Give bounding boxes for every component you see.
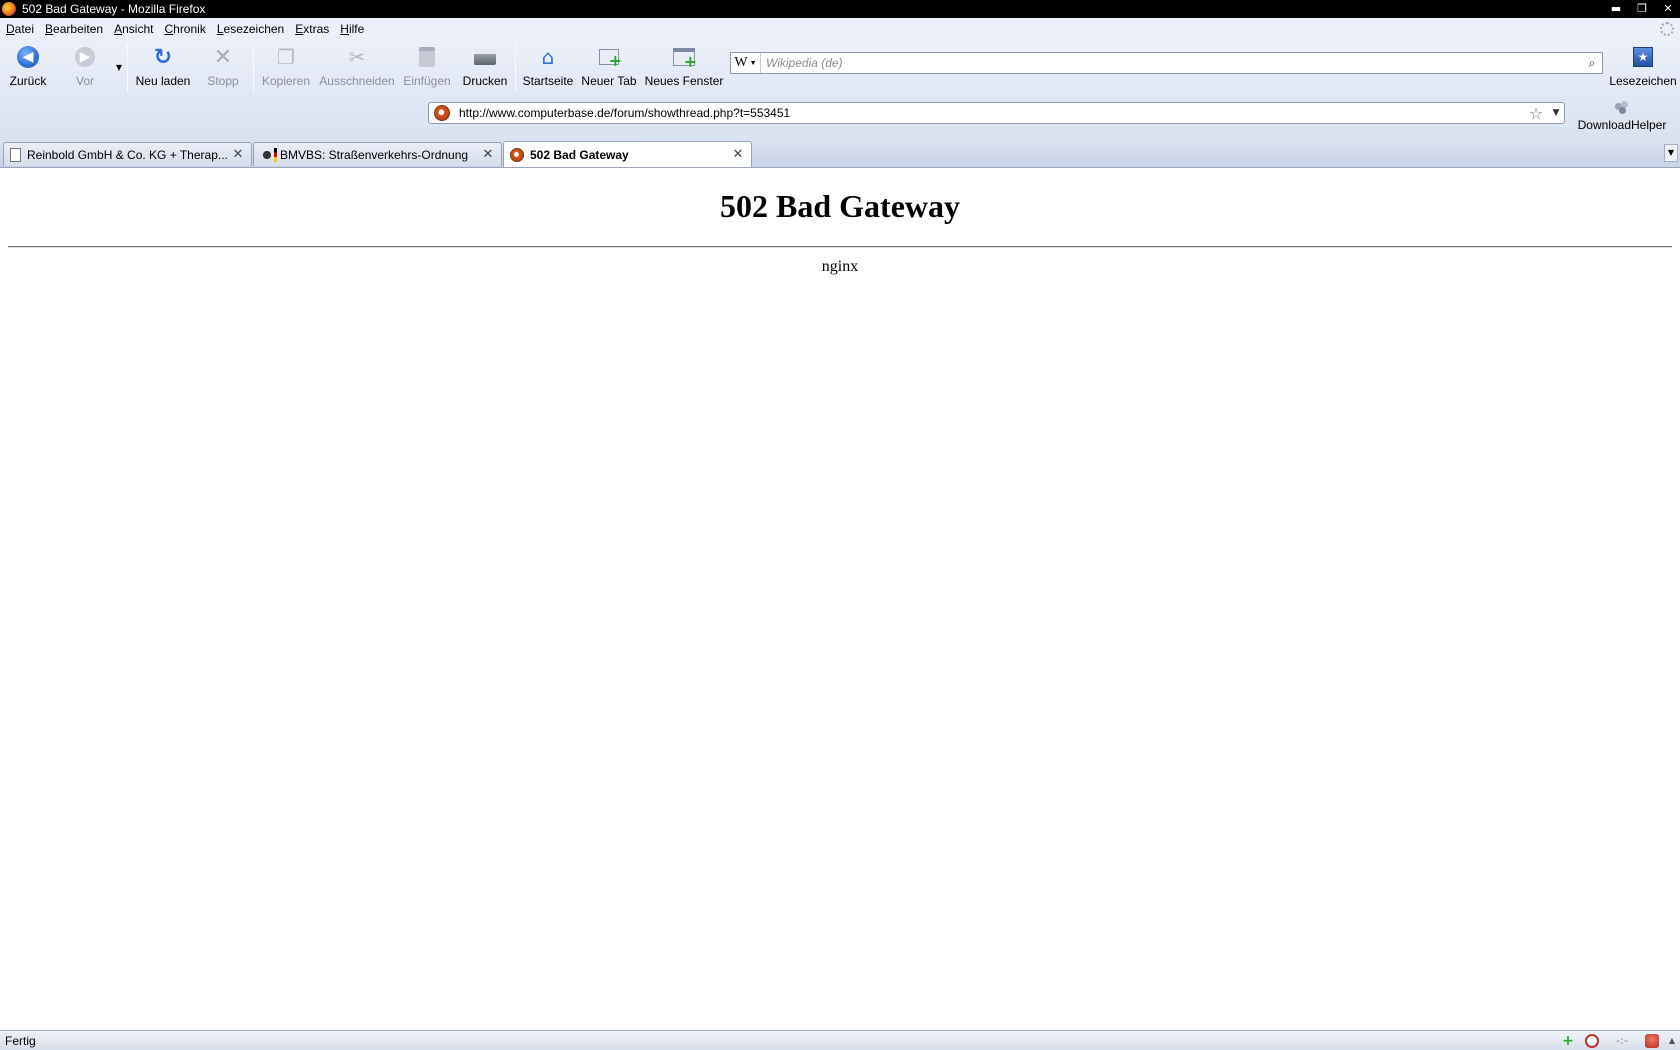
forward-button[interactable]: ▶ Vor <box>70 40 100 98</box>
server-name: nginx <box>821 258 859 275</box>
chevron-down-icon[interactable]: ▼ <box>1548 108 1564 118</box>
reload-icon: ↻ <box>153 44 173 70</box>
bookmarks-star-icon: ★ <box>1630 44 1656 70</box>
tab-502-bad-gateway[interactable]: 502 Bad Gateway ✕ <box>503 141 752 167</box>
new-tab-button[interactable]: + Neuer Tab <box>581 40 637 98</box>
browser-chrome: Datei Bearbeiten Ansicht Chronik Lesezei… <box>0 18 1680 168</box>
menu-extras[interactable]: Extras <box>295 22 329 36</box>
firefox-icon <box>2 2 16 16</box>
scissors-icon: ✂ <box>348 45 366 69</box>
computerbase-icon <box>510 147 524 162</box>
paste-button[interactable]: Einfügen <box>403 40 451 98</box>
page-content: 502 Bad Gateway nginx <box>0 168 1680 1030</box>
close-tab-icon[interactable]: ✕ <box>231 147 245 162</box>
history-dropdown-button[interactable]: ▼ <box>112 40 126 98</box>
menu-chronik[interactable]: Chronik <box>164 22 205 36</box>
stop-button[interactable]: ✕ Stopp <box>206 40 240 98</box>
forward-arrow-icon: ▶ <box>72 44 98 70</box>
new-window-button[interactable]: + Neues Fenster <box>645 40 723 98</box>
toolbar-separator <box>515 44 516 92</box>
search-engine-selector[interactable]: W ▼ <box>731 53 761 73</box>
cut-button[interactable]: ✂ Ausschneiden <box>319 40 395 98</box>
downloadhelper-icon <box>1609 98 1635 116</box>
search-icon[interactable]: ⌕ <box>1582 56 1602 71</box>
search-input[interactable] <box>761 54 1582 72</box>
menu-datei[interactable]: Datei <box>6 22 34 36</box>
back-button[interactable]: ◀ Zurück <box>8 40 48 98</box>
bookmark-star-icon[interactable]: ☆ <box>1524 104 1548 123</box>
stop-icon: ✕ <box>213 44 233 70</box>
window-title: 502 Bad Gateway - Mozilla Firefox <box>22 2 206 16</box>
tab-bmvbs[interactable]: BMVBS: Straßenverkehrs-Ordnung ✕ <box>253 142 502 166</box>
toolbar-separator <box>127 44 128 92</box>
close-tab-icon[interactable]: ✕ <box>731 147 745 162</box>
menu-hilfe[interactable]: Hilfe <box>340 22 364 36</box>
menu-bearbeiten[interactable]: Bearbeiten <box>45 22 103 36</box>
toolbar-separator <box>253 44 254 92</box>
printer-icon <box>472 44 498 70</box>
navigation-toolbar: ◀ Zurück ▶ Vor ▼ ↻ Neu laden ✕ Stopp ❐ K… <box>0 40 1680 100</box>
url-input[interactable] <box>455 104 1524 122</box>
url-bar: ☆ ▼ <box>428 102 1565 124</box>
print-button[interactable]: Drucken <box>462 40 508 98</box>
chevron-down-icon: ▼ <box>115 62 123 72</box>
tab-strip: Reinbold GmbH & Co. KG + Therap... ✕ BMV… <box>0 138 1680 168</box>
clipboard-icon <box>414 44 440 70</box>
eagle-icon <box>260 147 277 162</box>
chevron-up-icon[interactable]: ▲ <box>1664 1033 1680 1049</box>
minimize-button[interactable]: ▬ <box>1604 0 1628 16</box>
document-icon <box>10 147 21 162</box>
status-bar: Fertig + -:- ▲ <box>0 1030 1680 1050</box>
window-titlebar: 502 Bad Gateway - Mozilla Firefox ▬ ❐ ✕ <box>0 0 1680 18</box>
reload-button[interactable]: ↻ Neu laden <box>134 40 192 98</box>
new-window-icon: + <box>671 44 697 71</box>
divider <box>8 246 1672 248</box>
wikipedia-icon: W <box>734 55 748 70</box>
menu-ansicht[interactable]: Ansicht <box>114 22 153 36</box>
chevron-down-icon: ▼ <box>749 59 757 67</box>
status-text: Fertig <box>5 1033 36 1048</box>
window-controls: ▬ ❐ ✕ <box>1602 0 1680 18</box>
copy-icon: ❐ <box>277 45 295 69</box>
search-bar: W ▼ ⌕ <box>730 52 1603 74</box>
throbber-icon <box>1660 22 1674 36</box>
bookmarks-button[interactable]: ★ Lesezeichen <box>1609 40 1677 98</box>
addon-icon[interactable] <box>1580 1033 1604 1049</box>
close-tab-icon[interactable]: ✕ <box>481 147 495 162</box>
home-icon: ⌂ <box>541 45 555 69</box>
site-identity-icon[interactable] <box>429 103 455 123</box>
close-window-button[interactable]: ✕ <box>1656 0 1680 16</box>
list-all-tabs-button[interactable]: ▼ <box>1664 144 1678 162</box>
page-heading: 502 Bad Gateway <box>720 188 960 224</box>
home-button[interactable]: ⌂ Startseite <box>523 40 574 98</box>
back-arrow-icon: ◀ <box>15 44 41 70</box>
new-tab-icon: + <box>596 44 622 70</box>
menu-lesezeichen[interactable]: Lesezeichen <box>217 22 284 36</box>
tab-reinbold[interactable]: Reinbold GmbH & Co. KG + Therap... ✕ <box>3 142 252 166</box>
add-icon[interactable]: + <box>1556 1033 1580 1049</box>
status-indicator: -:- <box>1616 1034 1628 1047</box>
copy-button[interactable]: ❐ Kopieren <box>262 40 310 98</box>
extension-icon[interactable] <box>1640 1033 1664 1049</box>
restore-button[interactable]: ❐ <box>1630 0 1654 16</box>
menu-bar: Datei Bearbeiten Ansicht Chronik Lesezei… <box>0 18 1680 40</box>
